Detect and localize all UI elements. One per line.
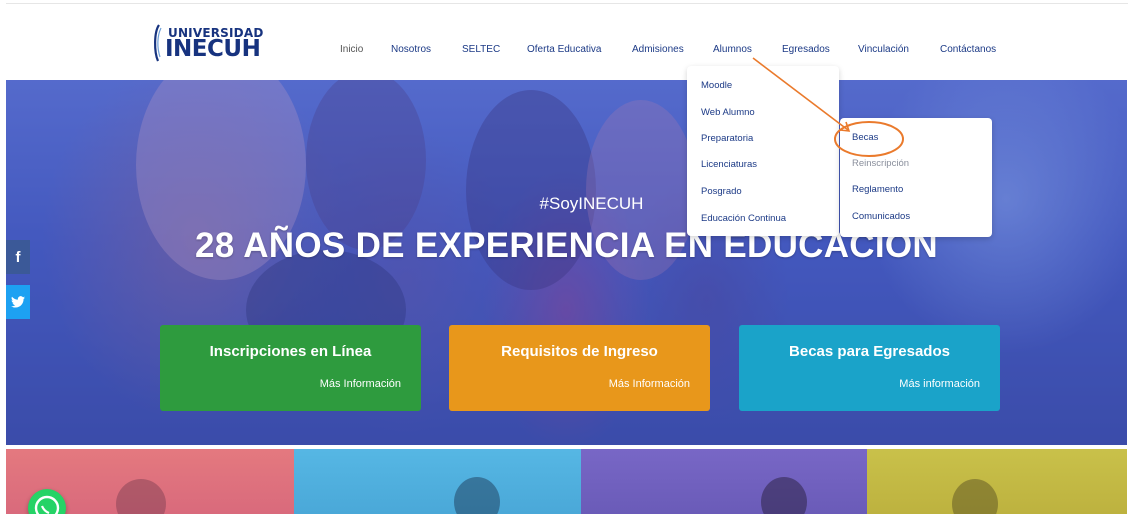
cta-title: Inscripciones en Línea [209, 343, 372, 360]
nav-egresados[interactable]: Egresados [782, 44, 830, 55]
nav-nosotros[interactable]: Nosotros [391, 44, 431, 55]
cta-requisitos[interactable]: Requisitos de Ingreso Más Información [449, 325, 710, 411]
facebook-icon: f [15, 248, 21, 266]
cta-becas-egresados[interactable]: Becas para Egresados Más información [739, 325, 1000, 411]
whatsapp-icon [34, 495, 60, 514]
tile-photo-shape [116, 479, 166, 514]
bottom-tile[interactable] [867, 449, 1127, 514]
nav-alumnos[interactable]: Alumnos [713, 44, 752, 55]
cta-link[interactable]: Más Información [609, 378, 690, 390]
facebook-button[interactable]: f [6, 240, 30, 274]
cta-title: Becas para Egresados [789, 343, 950, 360]
cta-link[interactable]: Más información [899, 378, 980, 390]
cta-inscripciones[interactable]: Inscripciones en Línea Más Información [160, 325, 421, 411]
cta-link[interactable]: Más Información [320, 378, 401, 390]
menu-item-educacion-continua[interactable]: Educación Continua [701, 213, 786, 224]
page: UNIVERSIDAD INECUH Inicio Nosotros SELTE… [0, 0, 1134, 514]
nav-admisiones[interactable]: Admisiones [632, 44, 684, 55]
nav-seltec[interactable]: SELTEC [462, 44, 500, 55]
menu-item-moodle[interactable]: Moodle [701, 80, 732, 91]
menu-item-posgrado[interactable]: Posgrado [701, 186, 742, 197]
bottom-tile[interactable] [294, 449, 581, 514]
twitter-button[interactable] [6, 285, 30, 319]
menu-item-reinscripcion[interactable]: Reinscripción [852, 158, 909, 169]
menu-item-reglamento[interactable]: Reglamento [852, 184, 903, 195]
menu-item-becas[interactable]: Becas [852, 132, 878, 143]
whatsapp-button[interactable] [28, 489, 66, 514]
nav-contactanos[interactable]: Contáctanos [940, 44, 996, 55]
tile-photo-shape [454, 477, 500, 514]
site-header: UNIVERSIDAD INECUH Inicio Nosotros SELTE… [0, 0, 1134, 80]
logo[interactable]: UNIVERSIDAD INECUH [152, 22, 263, 62]
tile-photo-shape [952, 479, 998, 514]
menu-item-preparatoria[interactable]: Preparatoria [701, 133, 753, 144]
nav-inicio[interactable]: Inicio [340, 44, 363, 55]
cta-title: Requisitos de Ingreso [501, 343, 658, 360]
nav-oferta-educativa[interactable]: Oferta Educativa [527, 44, 601, 55]
logo-swoosh-icon [154, 24, 162, 62]
bottom-tile[interactable] [581, 449, 867, 514]
menu-item-comunicados[interactable]: Comunicados [852, 211, 910, 222]
logo-main-text: INECUH [165, 36, 261, 62]
licenciaturas-submenu: Becas Reinscripción Reglamento Comunicad… [840, 118, 992, 237]
alumnos-dropdown: Moodle Web Alumno Preparatoria Licenciat… [687, 66, 839, 236]
nav-vinculacion[interactable]: Vinculación [858, 44, 909, 55]
twitter-icon [11, 296, 25, 308]
tile-photo-shape [761, 477, 807, 514]
menu-item-web-alumno[interactable]: Web Alumno [701, 107, 755, 118]
menu-item-licenciaturas[interactable]: Licenciaturas [701, 159, 757, 170]
